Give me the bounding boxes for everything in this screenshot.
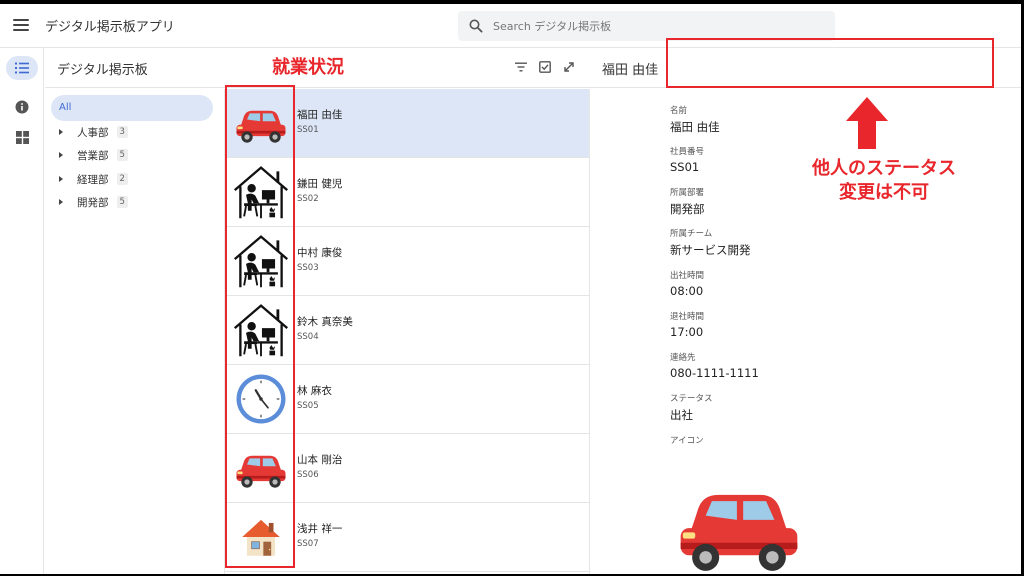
rail-grid-button[interactable] xyxy=(6,125,38,149)
field-value: 080-1111-1111 xyxy=(670,366,759,380)
employee-name: 福田 由佳 xyxy=(297,109,343,121)
rail-info-button[interactable] xyxy=(6,95,38,119)
field-value: 08:00 xyxy=(670,284,704,298)
field-value: 出社 xyxy=(670,408,693,422)
tree-item-count: 3 xyxy=(116,126,128,138)
app-title: デジタル掲示板アプリ xyxy=(45,20,175,35)
tree-item-label: 人事部 xyxy=(77,126,109,139)
tree-item-count: 5 xyxy=(116,196,128,208)
field-value: 福田 由佳 xyxy=(670,120,720,134)
caret-right-icon[interactable] xyxy=(59,129,63,135)
field-value: 新サービス開発 xyxy=(670,243,751,257)
tree-item-label: 営業部 xyxy=(77,149,109,162)
board-title: デジタル掲示板 xyxy=(57,63,148,78)
employee-code: SS04 xyxy=(297,332,319,342)
employee-name: 浅井 祥一 xyxy=(297,523,343,535)
expand-icon[interactable] xyxy=(562,60,576,74)
grid-icon xyxy=(15,130,29,144)
field-label: ステータス xyxy=(670,394,713,404)
field-value: SS01 xyxy=(670,160,700,174)
checkbox-icon[interactable] xyxy=(538,60,552,74)
employee-code: SS03 xyxy=(297,263,319,273)
up-arrow-icon xyxy=(846,97,888,149)
tree-item-label: 開発部 xyxy=(77,196,109,209)
field-value: 開発部 xyxy=(670,202,705,216)
caret-right-icon[interactable] xyxy=(59,152,63,158)
caret-right-icon[interactable] xyxy=(59,176,63,182)
tree-item-count: 2 xyxy=(116,173,128,185)
employee-name: 中村 康俊 xyxy=(297,247,343,259)
employee-code: SS07 xyxy=(297,539,319,549)
list-toolbar xyxy=(514,60,576,74)
employee-name: 鈴木 真奈美 xyxy=(297,316,353,328)
tree-item[interactable]: 人事部 3 xyxy=(59,122,128,142)
tree-item[interactable]: 開発部 5 xyxy=(59,192,128,212)
status-column-highlight xyxy=(225,85,295,568)
field-value: 17:00 xyxy=(670,325,704,339)
field-label: 退社時間 xyxy=(670,312,705,322)
employee-code: SS01 xyxy=(297,125,319,135)
field-label: 社員番号 xyxy=(670,147,705,157)
status-column-annotation: 就業状況 xyxy=(272,57,344,78)
employee-code: SS02 xyxy=(297,194,319,204)
status-area-highlight xyxy=(666,38,994,88)
field-label: 出社時間 xyxy=(670,271,705,281)
search-bar[interactable] xyxy=(458,11,835,41)
employee-name: 山本 剛治 xyxy=(297,454,343,466)
search-icon xyxy=(469,19,483,33)
filter-icon[interactable] xyxy=(514,60,528,74)
field-label: 所属チーム xyxy=(670,229,713,239)
search-input[interactable] xyxy=(493,19,793,33)
list-icon xyxy=(15,62,29,74)
field-label: 所属部署 xyxy=(670,188,705,198)
tree-item[interactable]: 経理部 2 xyxy=(59,169,128,189)
tree-item-label: 経理部 xyxy=(77,173,109,186)
note-line-1: 他人のステータス xyxy=(812,158,956,179)
field-label: 名前 xyxy=(670,106,688,116)
tree-item-all[interactable]: All xyxy=(51,95,213,121)
detail-title: 福田 由佳 xyxy=(602,63,659,78)
department-tree: All 人事部 3 営業部 5 経理部 2 開発部 5 xyxy=(45,89,223,574)
tree-item-count: 5 xyxy=(116,149,128,161)
info-icon xyxy=(15,100,29,114)
edit-restriction-note: 他人のステータス 変更は不可 xyxy=(794,157,974,205)
employee-code: SS05 xyxy=(297,401,319,411)
rail-list-button[interactable] xyxy=(6,56,38,80)
employee-code: SS06 xyxy=(297,470,319,480)
nav-rail xyxy=(0,48,44,574)
employee-name: 鎌田 健児 xyxy=(297,178,343,190)
caret-right-icon[interactable] xyxy=(59,199,63,205)
field-label: アイコン xyxy=(670,436,704,446)
note-line-2: 変更は不可 xyxy=(839,182,929,203)
tree-item[interactable]: 営業部 5 xyxy=(59,145,128,165)
car-icon xyxy=(670,474,808,574)
employee-name: 林 麻衣 xyxy=(297,385,332,397)
field-label: 連絡先 xyxy=(670,353,696,363)
hamburger-menu-icon[interactable] xyxy=(13,19,29,31)
app-window: デジタル掲示板アプリ デジタル掲示板 xyxy=(0,4,1021,574)
